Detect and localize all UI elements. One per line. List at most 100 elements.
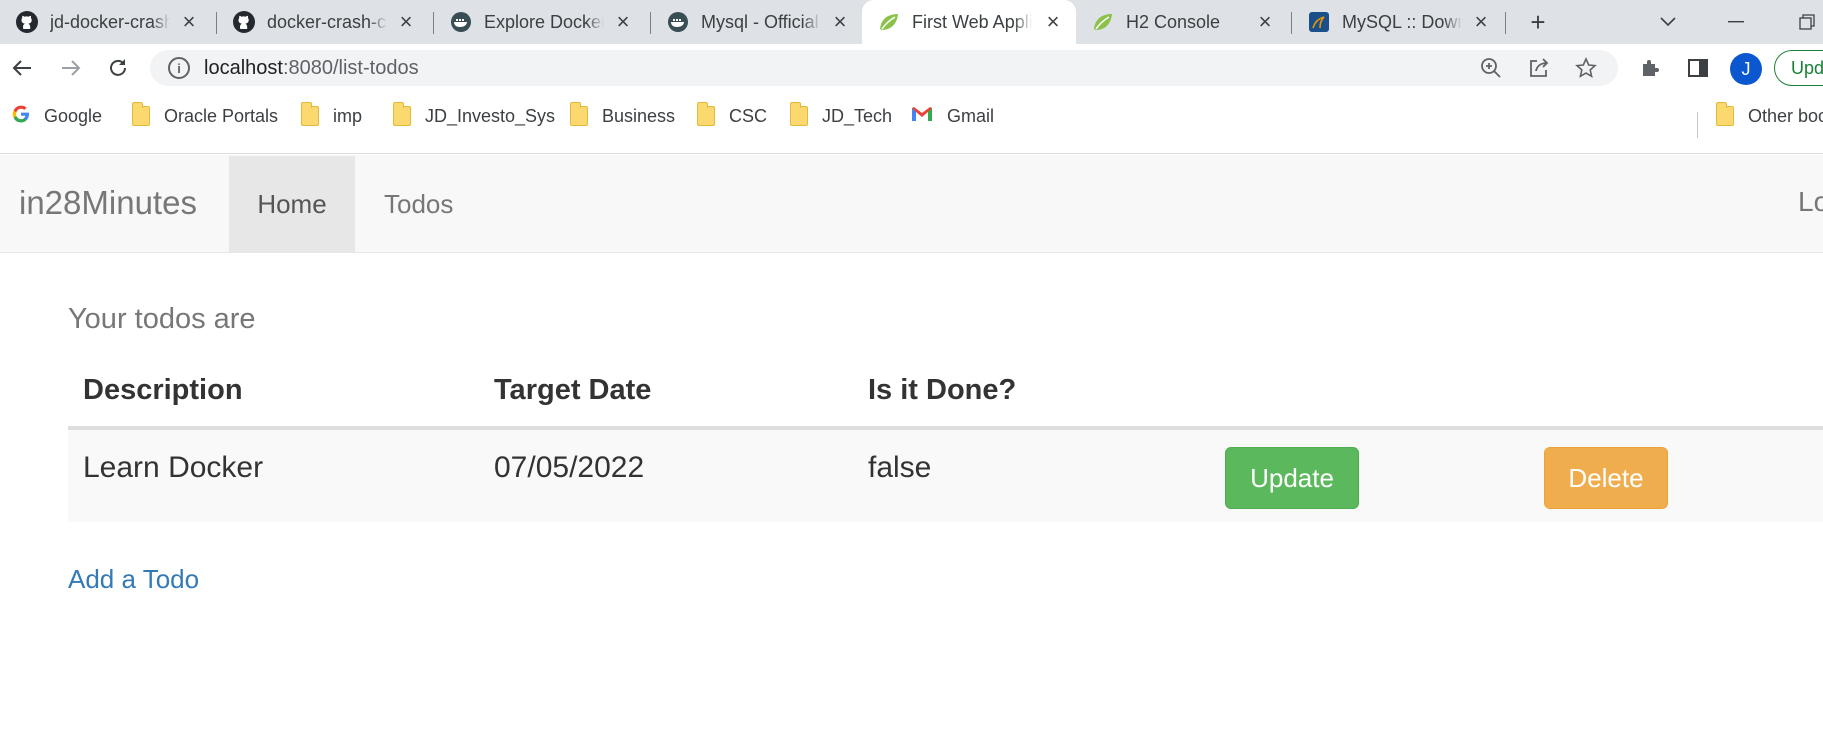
close-icon[interactable]: ×: [1470, 11, 1492, 33]
url-path: :8080/list-todos: [282, 56, 419, 79]
reload-icon[interactable]: [104, 54, 132, 82]
forward-arrow-icon[interactable]: [57, 54, 85, 82]
tab-mysql-official[interactable]: Mysql - Official ×: [651, 0, 863, 44]
column-header-target-date: Target Date: [479, 355, 853, 430]
close-icon[interactable]: ×: [395, 11, 417, 33]
todos-heading: Your todos are: [68, 303, 256, 335]
bookmark-folder-business[interactable]: Business: [570, 102, 675, 130]
close-icon[interactable]: ×: [612, 11, 634, 33]
tab-title: First Web Application: [912, 11, 1032, 32]
side-panel-icon[interactable]: [1684, 54, 1712, 82]
docker-icon: [450, 11, 472, 33]
bookmark-gmail[interactable]: Gmail: [911, 102, 994, 130]
folder-icon: [1716, 102, 1734, 126]
tab-title: docker-crash-course: [267, 11, 387, 32]
delete-button[interactable]: Delete: [1544, 447, 1668, 509]
bookmark-label: Google: [44, 105, 103, 126]
close-icon[interactable]: ×: [829, 11, 851, 33]
folder-icon: [132, 102, 150, 126]
bookmark-star-icon[interactable]: [1572, 54, 1600, 82]
site-navbar: in28Minutes Home Todos Logout: [0, 155, 1823, 253]
bookmark-label: CSC: [729, 105, 768, 126]
tab-separator: [1505, 12, 1506, 34]
tab-title: Explore Docker: [484, 11, 604, 32]
bookmark-label: Other bookmarks: [1748, 105, 1823, 126]
table-row: Learn Docker 07/05/2022 false Update Del…: [68, 428, 1823, 522]
bookmark-other-bookmarks[interactable]: Other bookmarks: [1716, 102, 1823, 130]
mysql-icon: [1308, 11, 1330, 33]
folder-icon: [790, 102, 808, 126]
bookmark-label: JD_Investo_Sys: [425, 105, 556, 126]
tab-title: MySQL :: Download: [1342, 11, 1462, 32]
profile-avatar[interactable]: J: [1730, 53, 1762, 85]
tab-strip: jd-docker-crash-course × docker-crash-co…: [0, 0, 1823, 44]
tab-h2-console[interactable]: H2 Console ×: [1076, 0, 1288, 44]
folder-icon: [697, 102, 715, 126]
bookmark-label: JD_Tech: [822, 105, 893, 126]
browser-toolbar: i localhost:8080/list-todos J Update: [0, 44, 1823, 92]
extensions-puzzle-icon[interactable]: [1637, 54, 1665, 82]
docker-icon: [667, 11, 689, 33]
zoom-icon[interactable]: [1477, 54, 1505, 82]
bookmark-folder-csc[interactable]: CSC: [697, 102, 767, 130]
google-icon: [12, 105, 30, 128]
todo-description: Learn Docker: [68, 428, 479, 522]
bookmarks-bar: Google Oracle Portals imp JD_Investo_Sys…: [0, 92, 1823, 154]
bookmark-label: Oracle Portals: [164, 105, 279, 126]
tab-mysql-download[interactable]: MySQL :: Download ×: [1292, 0, 1504, 44]
bookmarks-divider: [1697, 112, 1698, 138]
update-button[interactable]: Update: [1225, 447, 1359, 509]
minimize-icon[interactable]: [1722, 8, 1750, 36]
gmail-icon: [911, 106, 933, 127]
site-info-icon[interactable]: i: [168, 57, 190, 79]
tab-first-web-application[interactable]: First Web Application ×: [862, 0, 1076, 44]
tab-explore-docker[interactable]: Explore Docker ×: [434, 0, 646, 44]
tab-title: H2 Console: [1126, 11, 1221, 32]
close-icon[interactable]: ×: [178, 11, 200, 33]
folder-icon: [301, 102, 319, 126]
add-todo-link[interactable]: Add a Todo: [68, 564, 199, 595]
close-icon[interactable]: ×: [1042, 11, 1064, 33]
browser-update-button[interactable]: Update: [1774, 50, 1823, 86]
table-header-row: Description Target Date Is it Done?: [68, 355, 1823, 430]
todo-done-status: false: [853, 428, 1210, 522]
bookmark-google[interactable]: Google: [12, 102, 102, 130]
github-icon: [233, 11, 255, 33]
bookmark-folder-imp[interactable]: imp: [301, 102, 362, 130]
spring-leaf-icon: [878, 11, 900, 33]
todo-update-cell: Update: [1210, 428, 1529, 522]
url-text: localhost:8080/list-todos: [204, 57, 419, 80]
bookmark-folder-oracle-portals[interactable]: Oracle Portals: [132, 102, 278, 130]
close-icon[interactable]: ×: [1254, 11, 1276, 33]
bookmark-label: Gmail: [947, 105, 995, 126]
todo-target-date: 07/05/2022: [479, 428, 853, 522]
nav-item-todos[interactable]: Todos: [384, 156, 453, 252]
todo-delete-cell: Delete: [1529, 428, 1823, 522]
github-icon: [16, 11, 38, 33]
nav-item-home[interactable]: Home: [229, 156, 355, 252]
restore-window-icon[interactable]: [1793, 8, 1821, 36]
tab-search-chevron-icon[interactable]: [1654, 8, 1682, 36]
tab-title: jd-docker-crash-course: [50, 11, 170, 32]
tab-docker-crash-course[interactable]: docker-crash-course ×: [217, 0, 429, 44]
folder-icon: [393, 102, 411, 126]
folder-icon: [570, 102, 588, 126]
tab-title: Mysql - Official: [701, 11, 819, 32]
spring-leaf-icon: [1092, 11, 1114, 33]
new-tab-plus-icon[interactable]: +: [1524, 7, 1552, 37]
nav-item-logout[interactable]: Logout: [1798, 186, 1823, 218]
bookmark-folder-jd-investo-sys[interactable]: JD_Investo_Sys: [393, 102, 555, 130]
address-bar[interactable]: i localhost:8080/list-todos: [150, 50, 1618, 86]
column-header-update: [1210, 355, 1529, 430]
navbar-brand[interactable]: in28Minutes: [19, 184, 197, 222]
back-arrow-icon[interactable]: [8, 54, 36, 82]
column-header-description: Description: [68, 355, 479, 430]
todos-table: Description Target Date Is it Done? Lear…: [68, 355, 1823, 522]
column-header-delete: [1529, 355, 1823, 430]
column-header-is-done: Is it Done?: [853, 355, 1210, 430]
bookmark-label: Business: [602, 105, 676, 126]
bookmark-folder-jd-tech[interactable]: JD_Tech: [790, 102, 892, 130]
share-icon[interactable]: [1525, 54, 1553, 82]
bookmark-label: imp: [333, 105, 363, 126]
tab-jd-docker-crash-course[interactable]: jd-docker-crash-course ×: [0, 0, 212, 44]
